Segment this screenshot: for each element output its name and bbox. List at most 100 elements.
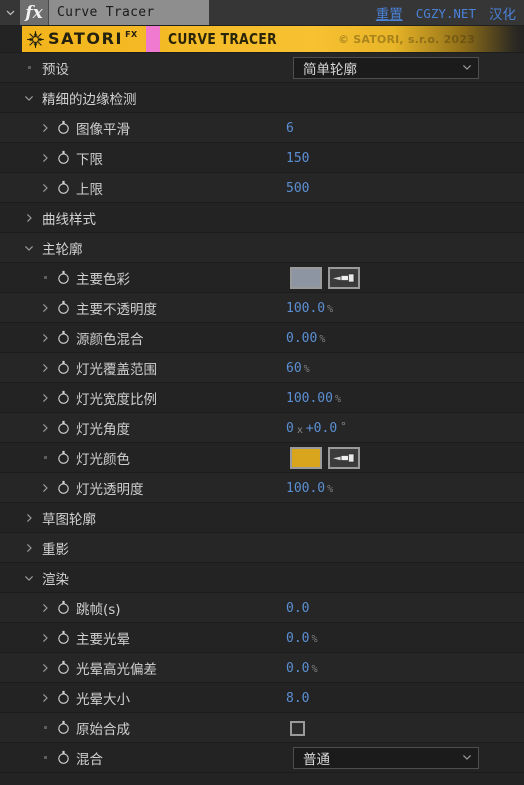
property-value[interactable]: 100.00% [286,383,341,413]
twirl-closed-icon[interactable] [38,653,52,683]
twirl-closed-icon[interactable] [38,683,52,713]
property-value[interactable]: 100.0% [286,473,333,503]
twirl-closed-icon[interactable] [38,353,52,383]
twirl-closed-icon[interactable] [38,113,52,143]
property-row[interactable]: 重影 [0,533,524,563]
property-label: 预设 [42,61,69,78]
stopwatch-icon[interactable] [52,623,74,653]
value-number: 0.0 [286,630,310,646]
property-row[interactable]: 主要不透明度 100.0% [0,293,524,323]
property-value[interactable]: 150 [286,143,309,173]
value-number: 150 [286,150,310,166]
stopwatch-icon[interactable] [52,323,74,353]
reset-link[interactable]: 重置 [376,3,403,23]
satori-banner: SATORI FX CURVE TRACER © SATORI, s.r.o. … [0,26,524,53]
property-row[interactable]: 混合 普通 [0,743,524,773]
property-dropdown[interactable]: 简单轮廓 [293,57,479,79]
property-row[interactable]: 源颜色混合 0.00% [0,323,524,353]
twirl-open-icon[interactable] [22,563,36,593]
property-value[interactable]: 60% [286,353,310,383]
property-label: 重影 [42,541,69,558]
property-checkbox[interactable] [290,721,305,736]
stopwatch-icon[interactable] [52,413,74,443]
stopwatch-icon[interactable] [52,293,74,323]
stopwatch-icon[interactable] [52,683,74,713]
eyedropper-icon[interactable] [328,447,360,469]
property-label: 主要不透明度 [76,301,157,318]
twirl-closed-icon[interactable] [38,413,52,443]
property-row[interactable]: 主要光晕 0.0% [0,623,524,653]
property-value[interactable]: 100.0% [286,293,333,323]
twirl-closed-icon[interactable] [38,623,52,653]
twirl-open-icon[interactable] [22,83,36,113]
stopwatch-icon[interactable] [52,443,74,473]
property-row[interactable]: 原始合成 [0,713,524,743]
twirl-closed-icon[interactable] [38,323,52,353]
eyedropper-icon[interactable] [328,267,360,289]
property-value[interactable]: 0.0 [286,593,309,623]
property-row[interactable]: 曲线样式 [0,203,524,233]
twirl-closed-icon[interactable] [38,593,52,623]
effect-name[interactable]: Curve Tracer [49,0,209,25]
property-dropdown[interactable]: 普通 [293,747,479,769]
site-link[interactable]: CGZY.NET [416,6,476,21]
property-row[interactable]: 跳帧(s) 0.0 [0,593,524,623]
property-row[interactable]: 光晕大小 8.0 [0,683,524,713]
property-row[interactable]: 光晕高光偏差 0.0% [0,653,524,683]
stopwatch-icon[interactable] [52,383,74,413]
stopwatch-icon[interactable] [52,713,74,743]
property-row[interactable]: 灯光角度 0 x +0.0 ° [0,413,524,443]
twirl-closed-icon[interactable] [22,533,36,563]
twirl-closed-icon[interactable] [38,173,52,203]
property-value[interactable]: 0.0% [286,623,318,653]
fx-badge-icon[interactable]: fx [20,0,49,25]
color-swatch[interactable] [290,447,322,469]
property-row[interactable]: 灯光覆盖范围 60% [0,353,524,383]
stopwatch-icon[interactable] [52,593,74,623]
property-row[interactable]: 主要色彩 [0,263,524,293]
property-row[interactable]: 主轮廓 [0,233,524,263]
property-value[interactable]: 0.00% [286,323,325,353]
twirl-closed-icon[interactable] [22,203,36,233]
localize-link[interactable]: 汉化 [489,3,516,23]
color-swatch[interactable] [290,267,322,289]
property-value[interactable]: 0.0% [286,653,318,683]
twirl-open-icon[interactable] [22,233,36,263]
stopwatch-icon[interactable] [52,743,74,773]
stopwatch-icon[interactable] [52,143,74,173]
stopwatch-icon[interactable] [52,113,74,143]
property-label: 主要光晕 [76,631,130,648]
property-row[interactable]: 精细的边缘检测 [0,83,524,113]
banner-copyright: © SATORI, s.r.o. 2023 [338,32,475,46]
property-row[interactable]: 下限 150 [0,143,524,173]
property-row[interactable]: 灯光宽度比例 100.00% [0,383,524,413]
twirl-closed-icon[interactable] [38,473,52,503]
property-row[interactable]: 灯光颜色 [0,443,524,473]
chevron-down-icon[interactable] [0,0,20,26]
property-value[interactable]: 6 [286,113,294,143]
stopwatch-icon[interactable] [52,173,74,203]
property-row[interactable]: 草图轮廓 [0,503,524,533]
property-label: 灯光覆盖范围 [76,361,157,378]
property-row[interactable]: 渲染 [0,563,524,593]
property-row[interactable]: 上限 500 [0,173,524,203]
stopwatch-icon[interactable] [52,653,74,683]
twirl-closed-icon[interactable] [38,143,52,173]
value-unit: % [334,393,341,405]
stopwatch-icon[interactable] [52,473,74,503]
property-value[interactable]: 500 [286,173,309,203]
property-row[interactable]: 预设 简单轮廓 [0,53,524,83]
twirl-closed-icon[interactable] [38,383,52,413]
row-bullet-icon [38,713,52,743]
property-value-angle[interactable]: 0 x +0.0 ° [286,413,347,443]
stopwatch-icon[interactable] [52,263,74,293]
color-controls [290,263,360,293]
property-label: 灯光宽度比例 [76,391,157,408]
twirl-closed-icon[interactable] [22,503,36,533]
property-label: 精细的边缘检测 [42,91,137,108]
twirl-closed-icon[interactable] [38,293,52,323]
property-row[interactable]: 灯光透明度 100.0% [0,473,524,503]
stopwatch-icon[interactable] [52,353,74,383]
property-value[interactable]: 8.0 [286,683,309,713]
property-row[interactable]: 图像平滑 6 [0,113,524,143]
